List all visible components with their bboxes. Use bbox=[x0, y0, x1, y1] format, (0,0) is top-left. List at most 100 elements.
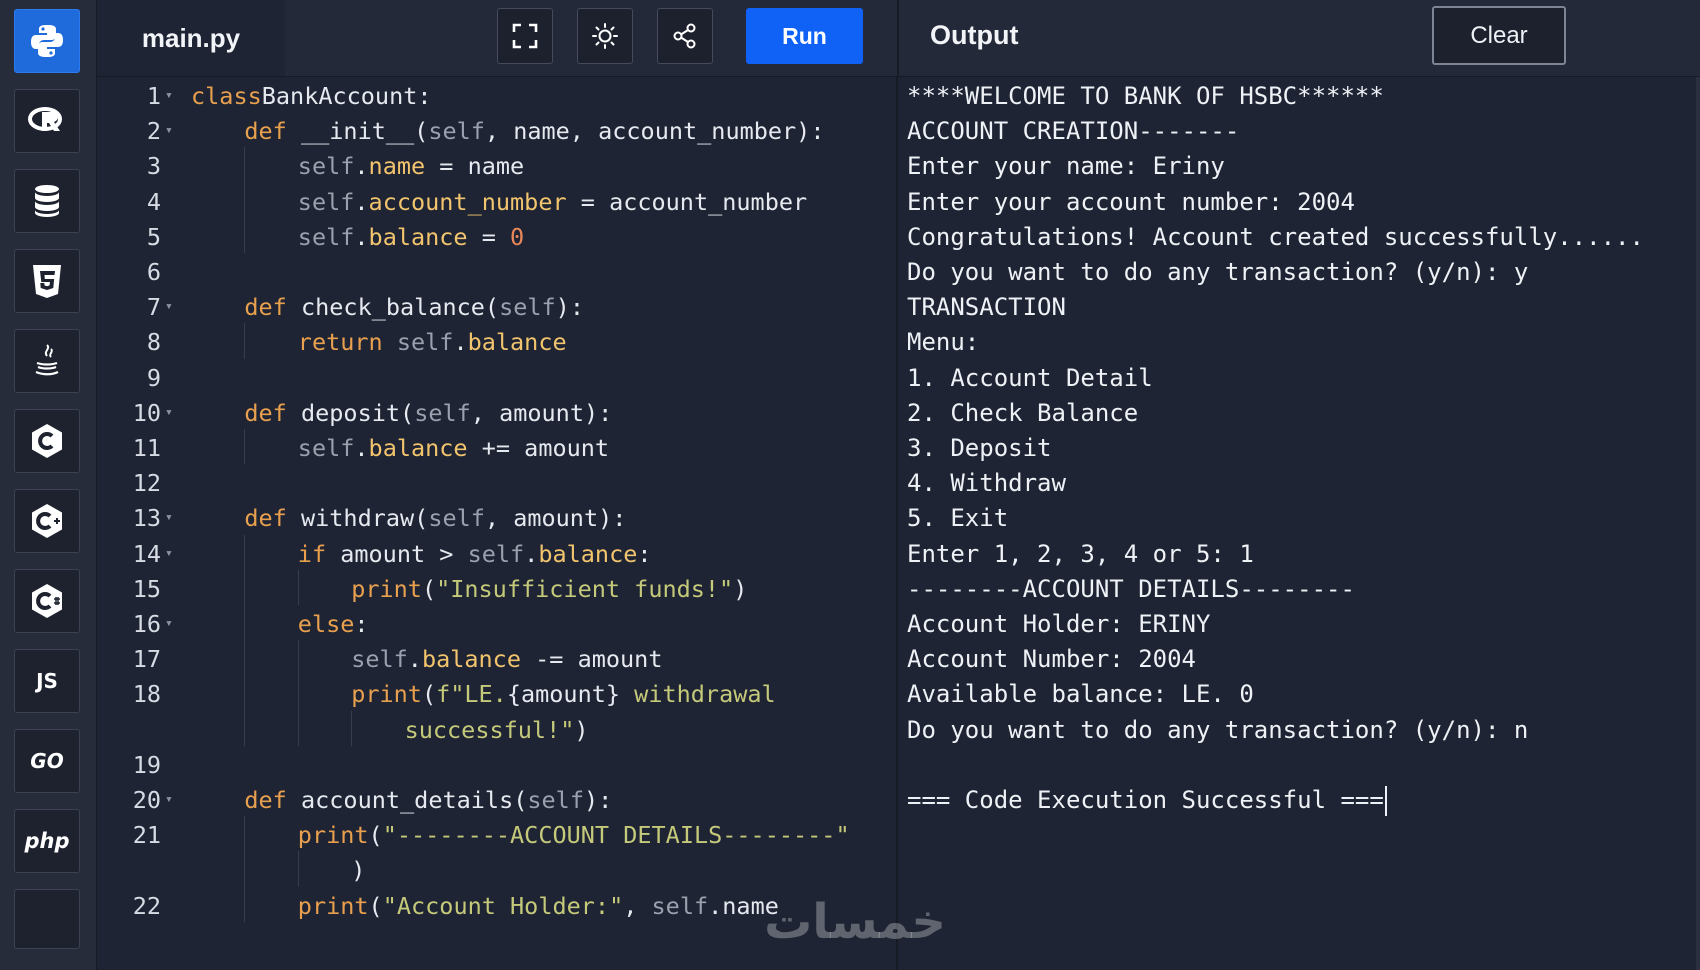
fullscreen-button[interactable] bbox=[497, 8, 553, 64]
file-tab[interactable]: main.py bbox=[97, 0, 285, 76]
code-text: if amount > self.balance: bbox=[298, 535, 652, 573]
fold-toggle-icon[interactable]: ▾ bbox=[165, 288, 173, 326]
code-line[interactable]: 15 print("Insufficient funds!") bbox=[97, 569, 897, 608]
code-token: : bbox=[354, 610, 369, 638]
code-token: self bbox=[428, 504, 485, 533]
line-number: 12 bbox=[132, 469, 161, 498]
fullscreen-icon bbox=[512, 23, 538, 49]
sidebar-item-c[interactable] bbox=[14, 409, 80, 473]
editor-divider[interactable] bbox=[896, 77, 898, 970]
cpp-icon bbox=[32, 504, 62, 538]
sidebar-item-r[interactable] bbox=[14, 89, 80, 153]
code-line[interactable]: 18 print(f"LE.{amount} withdrawal bbox=[97, 675, 897, 713]
theme-toggle-button[interactable] bbox=[577, 8, 633, 64]
fold-toggle-icon[interactable]: ▾ bbox=[165, 535, 173, 573]
code-line[interactable]: 9 bbox=[97, 359, 897, 397]
fold-toggle-icon[interactable]: ▾ bbox=[165, 499, 173, 537]
code-token: withdraw( bbox=[286, 504, 429, 533]
line-number: 15 bbox=[132, 574, 161, 603]
code-line[interactable]: 7 ▾ def check_balance(self): bbox=[97, 288, 897, 326]
code-line[interactable]: 6 bbox=[97, 253, 897, 291]
fold-toggle-icon[interactable]: ▾ bbox=[165, 394, 173, 432]
output-line: Do you want to do any transaction? (y/n)… bbox=[907, 253, 1528, 291]
line-number: 8 bbox=[146, 328, 161, 357]
language-sidebar: JS GO php bbox=[0, 0, 97, 970]
code-token: account_details( bbox=[286, 786, 528, 814]
fold-toggle-icon[interactable]: ▾ bbox=[165, 112, 173, 150]
sidebar-item-more[interactable] bbox=[14, 889, 80, 949]
line-number: 13 bbox=[132, 504, 161, 533]
sidebar-item-php[interactable]: php bbox=[14, 809, 80, 873]
panel-divider[interactable] bbox=[897, 0, 899, 76]
top-toolbar: main.py Run Output Clear bbox=[97, 0, 1700, 77]
code-text: def deposit(self, amount): bbox=[244, 394, 612, 432]
code-line[interactable]: 19 bbox=[97, 746, 897, 784]
sidebar-item-python[interactable] bbox=[14, 9, 80, 73]
code-token: balance bbox=[538, 539, 638, 568]
code-line[interactable]: 5 self.balance = 0 bbox=[97, 217, 897, 256]
code-token: __init__( bbox=[286, 117, 429, 146]
code-line[interactable]: 8 return self.balance bbox=[97, 323, 897, 361]
line-number: 3 bbox=[146, 152, 161, 181]
sidebar-item-cpp[interactable] bbox=[14, 489, 80, 553]
indent-guide bbox=[244, 534, 246, 570]
share-button[interactable] bbox=[657, 8, 713, 64]
code-line[interactable]: 13 ▾ def withdraw(self, amount): bbox=[97, 499, 897, 537]
scrollbar[interactable] bbox=[1696, 77, 1700, 970]
code-editor[interactable]: 1 ▾ classBankAccount: 2 ▾ def __init__(self, … bbox=[97, 77, 897, 970]
run-button[interactable]: Run bbox=[746, 8, 863, 64]
sidebar-item-java[interactable] bbox=[14, 329, 80, 393]
fold-toggle-icon[interactable]: ▾ bbox=[165, 77, 173, 115]
clear-button[interactable]: Clear bbox=[1432, 6, 1566, 65]
code-token: deposit( bbox=[286, 398, 415, 427]
output-text: 1. Account Detail bbox=[907, 363, 1153, 392]
code-token: account_number bbox=[368, 187, 567, 216]
indent-guide bbox=[297, 851, 299, 887]
code-line[interactable]: 17 self.balance -= amount bbox=[97, 640, 897, 678]
code-line[interactable]: successful!") bbox=[97, 710, 897, 749]
code-token: . bbox=[354, 434, 369, 462]
text-cursor bbox=[1384, 786, 1387, 816]
php-icon: php bbox=[24, 829, 70, 853]
line-number: 7 bbox=[146, 293, 161, 322]
code-line[interactable]: ) bbox=[97, 851, 897, 889]
code-token: "Insufficient funds!" bbox=[436, 574, 734, 603]
code-token: self bbox=[414, 398, 471, 427]
code-token: = account_number bbox=[566, 187, 808, 216]
share-icon bbox=[673, 23, 696, 49]
code-line[interactable]: 1 ▾ classBankAccount: bbox=[97, 77, 897, 115]
code-token: , name, account_number): bbox=[484, 117, 825, 146]
code-line[interactable]: 21 print("--------ACCOUNT DETAILS--------… bbox=[97, 816, 897, 854]
code-line[interactable]: 20 ▾ def account_details(self): bbox=[97, 781, 897, 819]
indent-guide bbox=[244, 147, 246, 183]
sidebar-item-csharp[interactable] bbox=[14, 569, 80, 633]
code-line[interactable]: 10 ▾ def deposit(self, amount): bbox=[97, 394, 897, 432]
code-token: ): bbox=[555, 293, 584, 322]
indent-guide bbox=[244, 851, 246, 887]
output-line: Account Number: 2004 bbox=[907, 640, 1196, 678]
code-line[interactable]: 12 bbox=[97, 464, 897, 502]
fold-toggle-icon[interactable]: ▾ bbox=[165, 605, 173, 643]
line-number: 17 bbox=[132, 645, 161, 674]
fold-toggle-icon[interactable]: ▾ bbox=[165, 781, 173, 819]
sidebar-item-javascript[interactable]: JS bbox=[14, 649, 80, 713]
code-token: . bbox=[354, 222, 369, 251]
code-text: classBankAccount: bbox=[191, 77, 432, 115]
line-number: 14 bbox=[132, 539, 161, 568]
code-token: ( bbox=[421, 574, 437, 603]
output-text: Enter 1, 2, 3, 4 or 5: 1 bbox=[907, 539, 1254, 568]
code-token: : bbox=[637, 539, 652, 568]
code-line[interactable]: 3 self.name = name bbox=[97, 147, 897, 185]
sidebar-item-go[interactable]: GO bbox=[14, 729, 80, 793]
code-line[interactable]: 14 ▾ if amount > self.balance: bbox=[97, 534, 897, 573]
code-token: . bbox=[354, 187, 369, 216]
code-line[interactable]: 2 ▾ def __init__(self, name, account_numbe… bbox=[97, 112, 897, 150]
code-line[interactable]: 11 self.balance += amount bbox=[97, 429, 897, 467]
sidebar-item-sql[interactable] bbox=[14, 169, 80, 233]
code-line[interactable]: 4 self.account_number = account_number bbox=[97, 182, 897, 221]
code-line[interactable]: 16 ▾ else: bbox=[97, 605, 897, 643]
theme-toggle-icon bbox=[592, 23, 618, 49]
code-token: check_balance( bbox=[286, 293, 500, 322]
sidebar-item-html[interactable] bbox=[14, 249, 80, 313]
code-token: "--------ACCOUNT DETAILS--------" bbox=[382, 821, 850, 850]
